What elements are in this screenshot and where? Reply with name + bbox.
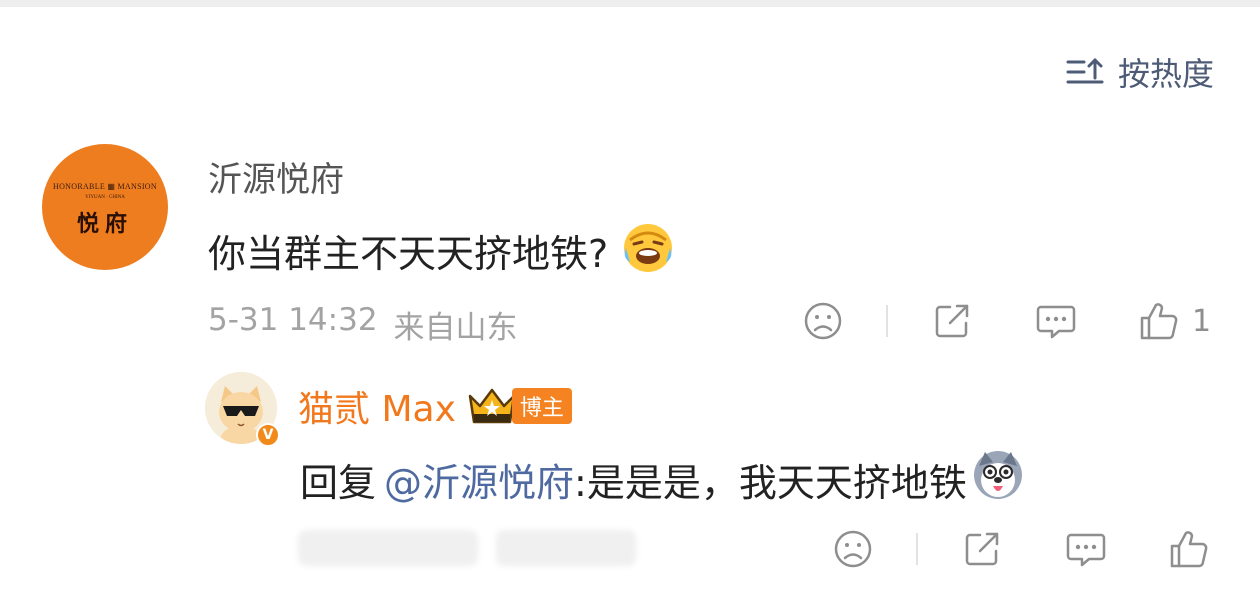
comment-location: 来自山东 [393,310,518,346]
thumbs-up-icon [1140,303,1178,340]
reply-text-row: 回复 @沂源悦府 :是是是，我天天挤地铁 [300,448,1025,511]
reply-text: :是是是，我天天挤地铁 [574,461,967,505]
comment-meta: 5-31 14:32 来自山东 [208,302,518,347]
comment-button[interactable] [1034,301,1078,341]
reply-actions [830,528,1210,570]
dislike-button[interactable] [800,301,846,341]
top-divider [0,0,1260,7]
reply-meta-obscured [298,530,636,566]
sort-by-hot-button[interactable]: 按热度 [1066,52,1214,93]
obscured-location [496,530,636,566]
comment-bubble-icon [1066,533,1106,567]
avatar-brand-text: HONORABLE ▦ MANSION [53,182,157,191]
comment-text-row: 你当群主不天天挤地铁? [208,218,676,283]
thumbs-up-icon [1170,531,1208,568]
avatar-brand-chinese: 悦府 [76,211,133,237]
comment-actions: 1 [800,300,1211,342]
action-divider [886,305,888,337]
reply-header: 猫贰 Max 博主 [298,380,572,432]
blogger-badge-label: 博主 [511,388,572,424]
reply-like-button[interactable] [1168,528,1210,570]
comment-bubble-icon [1036,305,1076,339]
frown-face-icon [804,302,842,340]
share-icon [935,304,969,338]
reply-prefix: 回复 [300,461,377,505]
share-icon [965,532,999,566]
comment-username[interactable]: 沂源悦府 [208,152,344,201]
frown-face-icon [834,530,872,568]
reply-dislike-button[interactable] [830,529,876,569]
crown-icon [468,388,516,424]
like-count: 1 [1192,303,1212,339]
laughing-crying-emoji-icon [620,218,676,283]
avatar-brand-subtext: YIYUAN · CHINA [85,195,125,200]
action-divider [916,533,918,565]
blogger-badge: 博主 [466,386,572,426]
comment-text: 你当群主不天天挤地铁? [208,232,609,276]
reply-share-button[interactable] [960,529,1004,569]
share-button[interactable] [930,301,974,341]
mention-link[interactable]: @沂源悦府 [384,452,574,507]
sort-label: 按热度 [1117,55,1214,93]
comment-time: 5-31 14:32 [208,302,378,338]
sort-icon [1066,56,1106,88]
reply-avatar[interactable]: V [205,372,280,447]
husky-emoji-icon [971,448,1025,511]
obscured-time [298,530,478,566]
avatar[interactable]: HONORABLE ▦ MANSION YIYUAN · CHINA 悦府 [42,144,168,270]
reply-username[interactable]: 猫贰 Max [298,380,456,432]
reply-comment-button[interactable] [1064,529,1108,569]
like-button[interactable]: 1 [1138,300,1211,342]
comment-thread-page: 按热度 HONORABLE ▦ MANSION YIYUAN · CHINA 悦… [0,0,1260,600]
verified-badge-icon: V [256,423,280,447]
